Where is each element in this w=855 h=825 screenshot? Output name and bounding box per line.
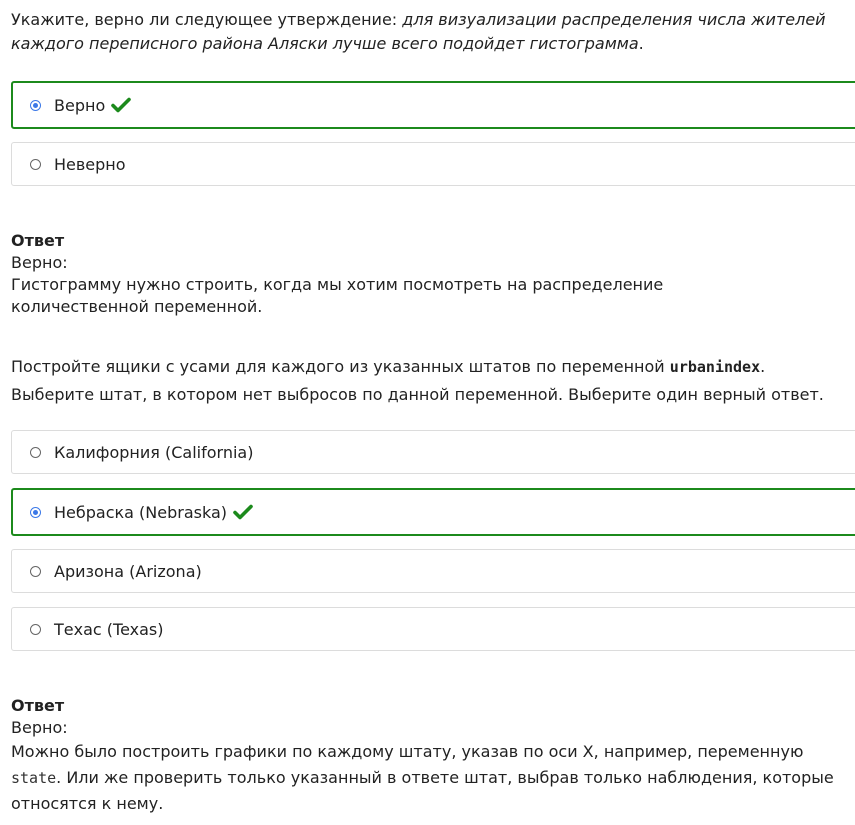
question-1: Укажите, верно ли следующее утверждение:… [11,8,841,56]
q2-option-arizona-label: Аризона (Arizona) [54,561,202,581]
question-1-prefix: Укажите, верно ли следующее утверждение: [11,10,403,29]
q2-option-california[interactable]: Калифорния (California) [11,430,855,474]
q2-option-california-radio[interactable] [30,446,41,458]
check-icon [233,504,253,520]
q2-option-arizona[interactable]: Аризона (Arizona) [11,549,855,593]
answer-2-title: Ответ [11,696,65,715]
question-2-prefix: Постройте ящики с усами для каждого из у… [11,357,670,376]
answer-1-verdict: Верно: [11,253,68,272]
answer-2-text-code: state [11,769,57,787]
q2-option-nebraska-label: Небраска (Nebraska) [54,502,228,522]
question-1-suffix: . [638,34,644,53]
q2-option-arizona-radio[interactable] [30,565,41,577]
q1-option-false-radio[interactable] [30,158,41,170]
q1-option-true[interactable]: Верно [11,81,855,129]
answer-2-text-prefix: Можно было построить графики по каждому … [11,742,804,761]
q2-option-california-label: Калифорния (California) [54,442,254,462]
answer-2: Ответ Верно: Можно было построить график… [11,695,851,817]
q2-option-nebraska[interactable]: Небраска (Nebraska) [11,488,855,536]
q2-option-nebraska-radio[interactable] [30,506,41,518]
answer-1: Ответ Верно: Гистограмму нужно строить, … [11,230,851,318]
q1-option-true-label: Верно [54,95,106,115]
check-icon [111,97,132,113]
q2-option-texas[interactable]: Техас (Texas) [11,607,855,651]
answer-2-text: Можно было построить графики по каждому … [11,739,851,817]
q2-option-texas-label: Техас (Texas) [54,619,164,639]
answer-2-verdict: Верно: [11,718,68,737]
question-2: Постройте ящики с усами для каждого из у… [11,353,851,408]
q1-option-true-radio[interactable] [30,99,41,111]
answer-1-title: Ответ [11,231,65,250]
q2-option-texas-radio[interactable] [30,623,41,635]
answer-2-text-suffix: . Или же проверить только указанный в от… [11,768,834,813]
question-2-variable: urbanindex [669,358,761,376]
answer-1-text: Гистограмму нужно строить, когда мы хоти… [11,275,664,316]
q1-option-false[interactable]: Неверно [11,142,855,186]
q1-option-false-label: Неверно [54,154,126,174]
